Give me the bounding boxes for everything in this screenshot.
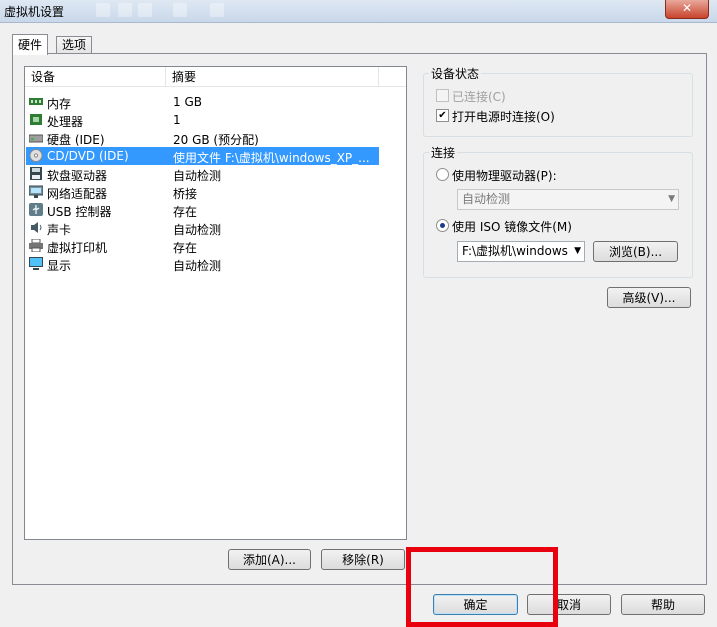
close-button[interactable]: ✕	[665, 0, 709, 19]
sound-card-icon	[31, 222, 42, 233]
physical-drive-radio[interactable]	[436, 168, 449, 181]
faded-toolbar-icon	[210, 3, 224, 17]
tab-options[interactable]: 选项	[56, 36, 93, 54]
window-title: 虚拟机设置	[4, 5, 65, 19]
help-button[interactable]: 帮助	[621, 594, 705, 615]
device-row-sound-card[interactable]: 声卡 自动检测	[26, 219, 379, 237]
device-status-title: 设备状态	[429, 65, 482, 82]
device-list[interactable]: 设备 摘要 内存 1 GB 处理器 1 硬盘 (IDE) 20 GB (预分配)…	[24, 66, 407, 540]
faded-toolbar-icon	[96, 3, 110, 17]
floppy-icon	[30, 167, 42, 180]
browse-button[interactable]: 浏览(B)...	[593, 241, 678, 262]
column-header-filler	[379, 67, 406, 87]
network-adapter-icon	[29, 185, 43, 198]
physical-drive-label: 使用物理驱动器(P):	[452, 169, 557, 183]
connected-checkbox[interactable]	[436, 89, 449, 102]
iso-path-combo[interactable]: F:\虚拟机\windows ▼	[457, 241, 585, 262]
device-row-display[interactable]: 显示 自动检测	[26, 255, 379, 273]
memory-icon	[29, 98, 43, 105]
device-row-cd-dvd[interactable]: CD/DVD (IDE) 使用文件 F:\虚拟机\windows_XP_...	[26, 147, 379, 165]
physical-drive-select[interactable]: 自动检测 ▼	[457, 189, 679, 210]
chevron-down-icon: ▼	[668, 194, 675, 204]
device-row-printer[interactable]: 虚拟打印机 存在	[26, 237, 379, 255]
chevron-down-icon: ▼	[572, 242, 581, 261]
column-header-device[interactable]: 设备	[25, 67, 166, 87]
connection-title: 连接	[429, 144, 458, 161]
advanced-button[interactable]: 高级(V)...	[607, 287, 691, 308]
printer-icon	[29, 239, 43, 252]
tab-hardware[interactable]: 硬件	[12, 34, 49, 55]
display-icon	[29, 257, 43, 270]
highlight-box	[406, 547, 558, 627]
device-row-processor[interactable]: 处理器 1	[26, 111, 379, 129]
tab-hardware-label: 硬件	[18, 38, 43, 52]
title-bar: 虚拟机设置 ✕	[0, 0, 717, 23]
tab-options-label: 选项	[62, 38, 87, 52]
connected-label: 已连接(C)	[452, 90, 506, 104]
faded-toolbar-icon	[138, 3, 152, 17]
remove-button[interactable]: 移除(R)	[321, 549, 405, 570]
add-button[interactable]: 添加(A)...	[228, 549, 311, 570]
usb-icon	[29, 203, 43, 216]
device-row-usb-controller[interactable]: USB 控制器 存在	[26, 201, 379, 219]
processor-icon	[30, 114, 42, 125]
connect-at-power-on-label: 打开电源时连接(O)	[452, 110, 555, 124]
faded-toolbar-icon	[173, 3, 187, 17]
device-row-memory[interactable]: 内存 1 GB	[26, 93, 379, 111]
iso-image-label: 使用 ISO 镜像文件(M)	[452, 220, 572, 234]
device-row-hard-disk[interactable]: 硬盘 (IDE) 20 GB (预分配)	[26, 129, 379, 147]
device-status-group	[423, 73, 693, 137]
device-row-network-adapter[interactable]: 网络适配器 桥接	[26, 183, 379, 201]
column-header-summary[interactable]: 摘要	[166, 67, 379, 87]
cd-dvd-icon	[29, 149, 43, 162]
device-row-floppy[interactable]: 软盘驱动器 自动检测	[26, 165, 379, 183]
hard-disk-icon	[29, 134, 43, 143]
faded-toolbar-icon	[118, 3, 132, 17]
iso-image-radio[interactable]	[436, 219, 449, 232]
connect-at-power-on-checkbox[interactable]: ✔	[436, 109, 449, 122]
